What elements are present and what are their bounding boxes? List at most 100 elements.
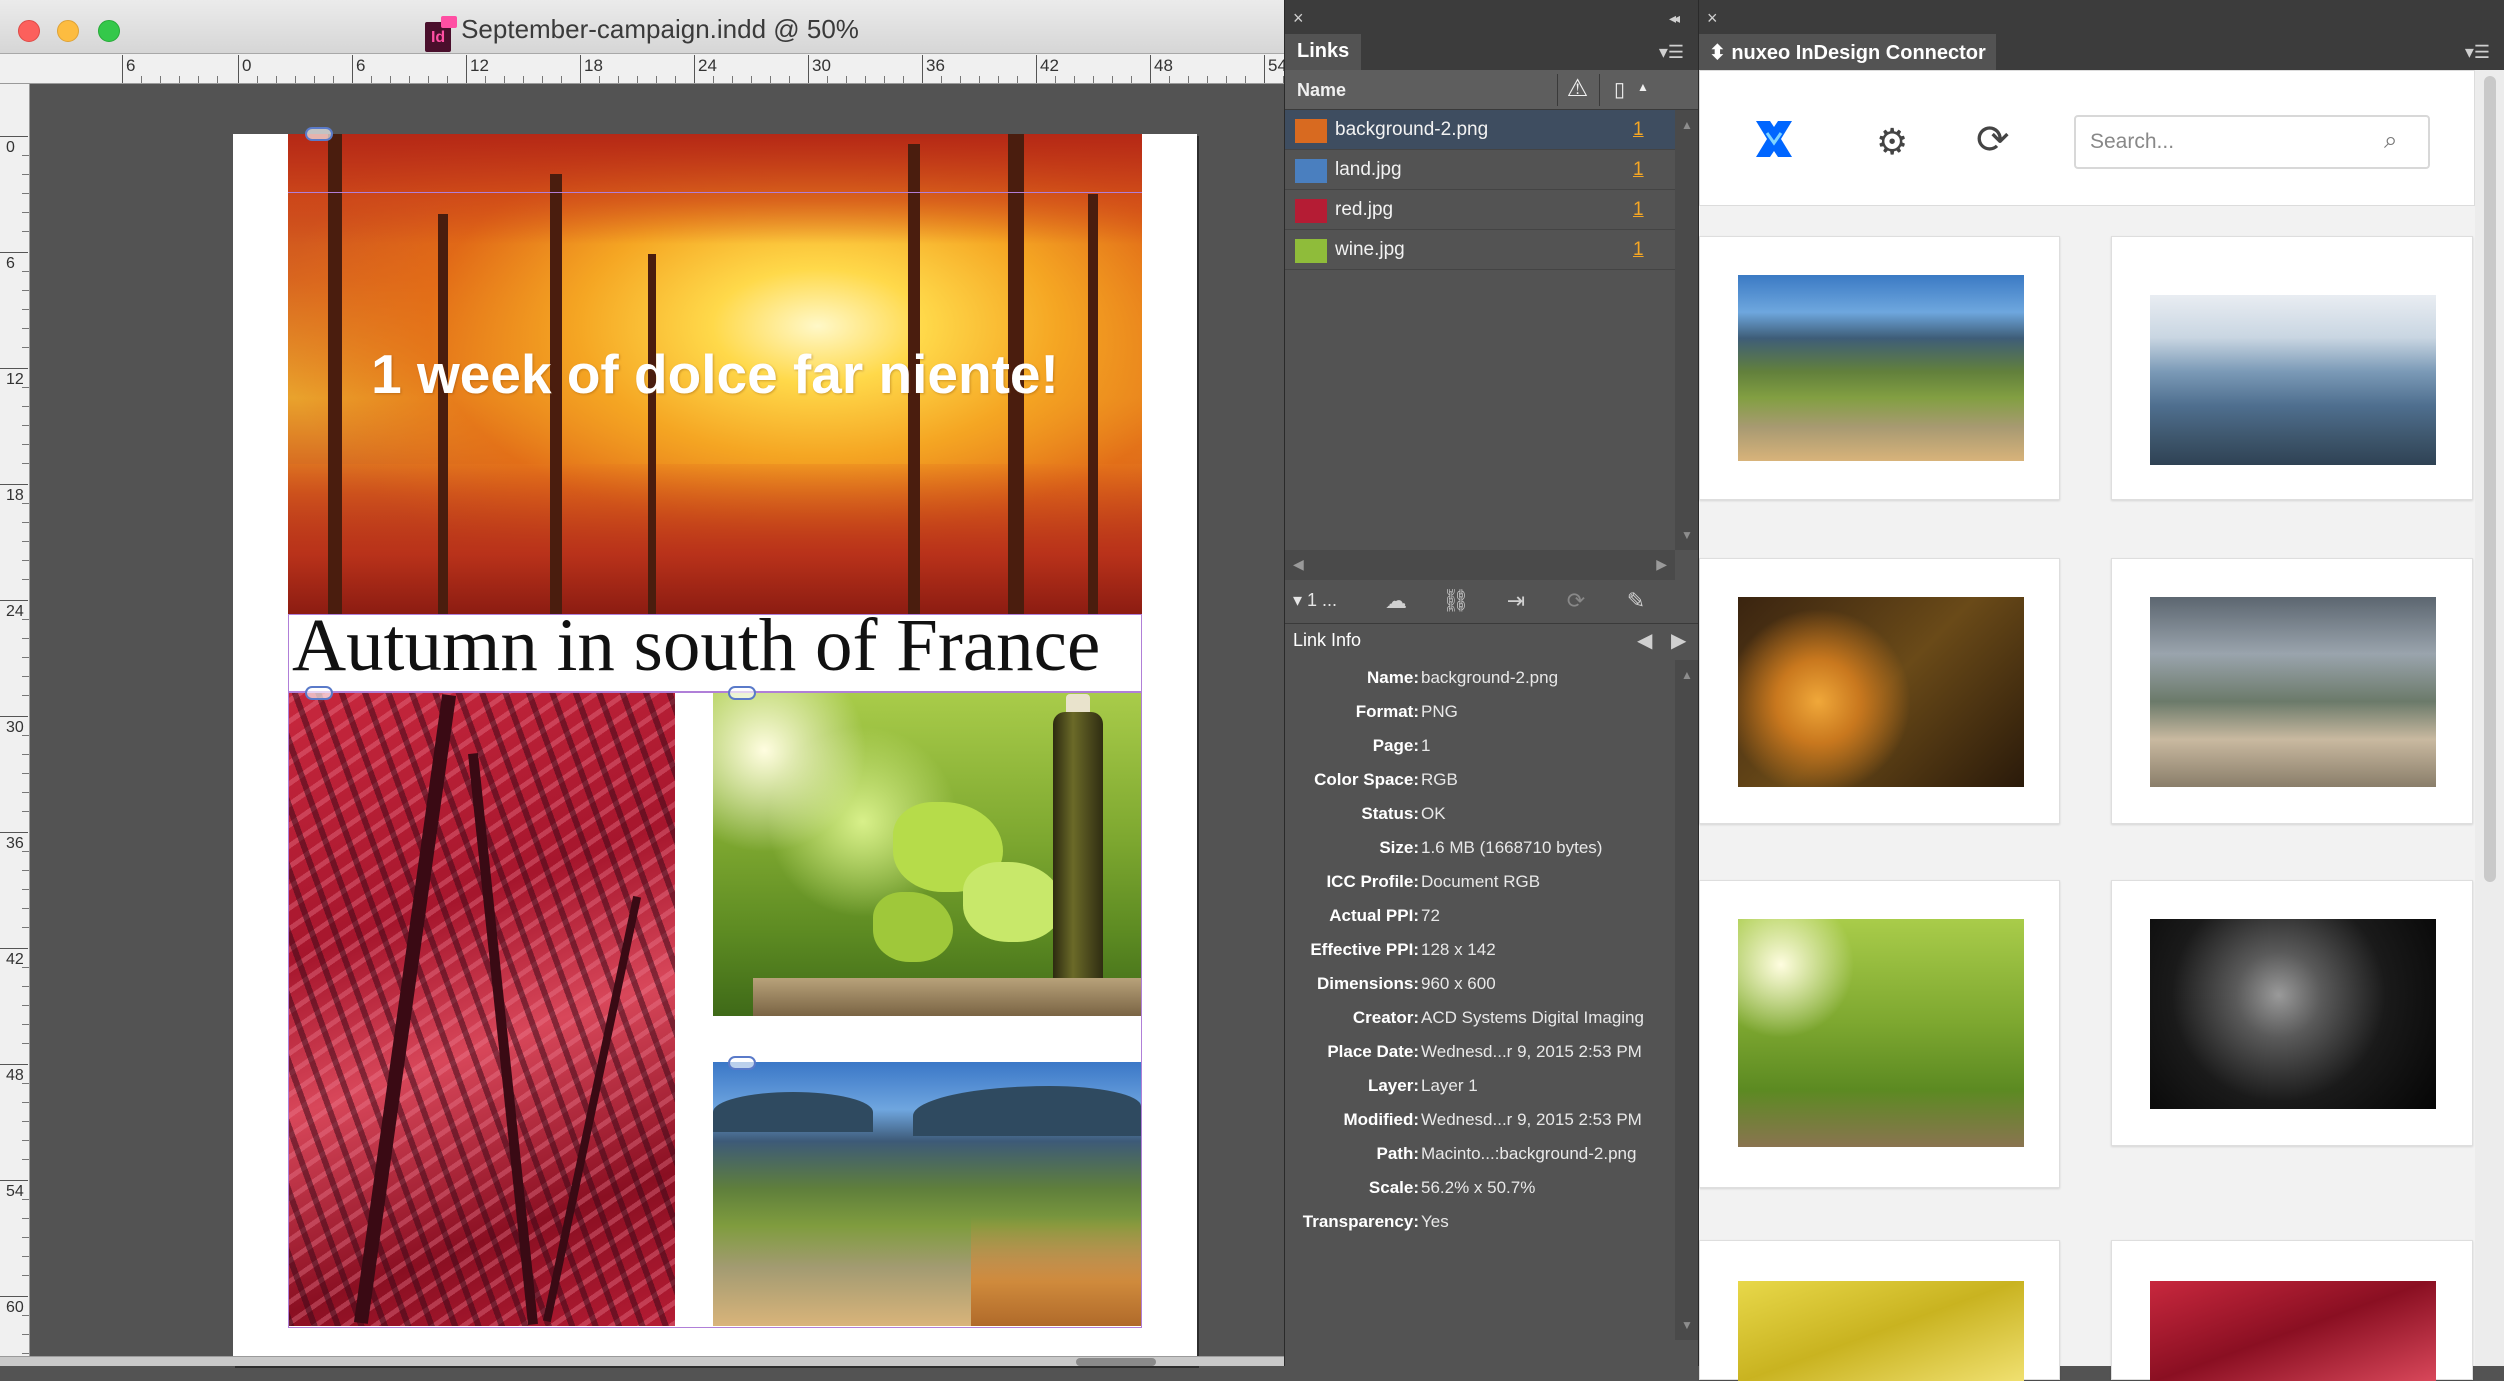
link-page-number[interactable]: 1: [1633, 199, 1644, 221]
ruler-minor-tick: [160, 76, 161, 83]
tab-nuxeo-connector[interactable]: ⬍ nuxeo InDesign Connector: [1699, 34, 1996, 70]
ruler-minor-tick: [1112, 76, 1113, 83]
ruler-minor-tick: [732, 76, 733, 83]
link-info-scrollbar[interactable]: ▲ ▼: [1675, 660, 1699, 1340]
link-info-key: Place Date:: [1327, 1042, 1419, 1061]
asset-thumbnail: [1738, 1281, 2024, 1381]
ruler-minor-tick: [656, 76, 657, 83]
ruler-minor-tick: [637, 76, 638, 83]
link-info-key: Creator:: [1352, 1008, 1419, 1027]
mountain-landscape-image[interactable]: [713, 1062, 1141, 1326]
link-row[interactable]: wine.jpg 1: [1285, 230, 1675, 270]
scroll-up-icon[interactable]: ▲: [1681, 118, 1693, 132]
ruler-minor-tick: [22, 503, 29, 504]
asset-card-mountain-valley[interactable]: [1699, 236, 2060, 500]
link-info-row: Page: 1: [1285, 736, 1675, 770]
asset-card-cloudy-terrace[interactable]: [2111, 558, 2473, 824]
asset-card-wine-bottle[interactable]: [1699, 880, 2060, 1188]
ruler-major-tick: [0, 948, 28, 949]
ruler-label: 6: [6, 255, 15, 272]
red-tree-image[interactable]: [288, 692, 675, 1326]
ruler-minor-tick: [295, 76, 296, 83]
page-column-icon[interactable]: ▯: [1599, 74, 1639, 106]
ruler-major-tick: [1036, 55, 1037, 83]
close-panel-icon[interactable]: ×: [1707, 8, 1718, 29]
horizontal-scrollbar-thumb[interactable]: [1076, 1358, 1156, 1366]
sort-ascending-icon[interactable]: ▲: [1637, 80, 1649, 94]
selection-count[interactable]: ▾ 1 ...: [1293, 590, 1337, 611]
scroll-left-icon[interactable]: ◀: [1293, 556, 1304, 573]
panel-menu-icon[interactable]: ▾☰: [1659, 42, 1684, 63]
link-row[interactable]: background-2.png 1: [1285, 110, 1675, 150]
link-info-row: Transparency: Yes: [1285, 1212, 1675, 1246]
scroll-down-icon[interactable]: ▼: [1681, 528, 1693, 542]
hero-headline-text[interactable]: 1 week of dolce far niente!: [288, 342, 1142, 406]
scrollbar-thumb[interactable]: [2484, 76, 2496, 882]
panel-menu-icon[interactable]: ▾☰: [2465, 42, 2490, 63]
go-to-link-icon[interactable]: ⇥: [1501, 588, 1531, 616]
link-badge-icon[interactable]: [305, 686, 333, 700]
link-row[interactable]: land.jpg 1: [1285, 150, 1675, 190]
next-link-icon[interactable]: ▶: [1671, 628, 1686, 653]
ruler-minor-tick: [22, 1199, 29, 1200]
search-input[interactable]: [2074, 115, 2430, 169]
settings-gear-icon[interactable]: ⚙: [1876, 121, 1908, 163]
link-page-number[interactable]: 1: [1633, 239, 1644, 261]
vertical-ruler[interactable]: 0 6 12 18 24 30 36 42 48 54 60: [0, 84, 30, 1366]
scroll-down-icon[interactable]: ▼: [1681, 1318, 1693, 1332]
link-info-key: Actual PPI:: [1329, 906, 1419, 925]
asset-card-misty-mountains[interactable]: [2111, 236, 2473, 500]
ruler-label: 24: [6, 603, 24, 620]
link-page-number[interactable]: 1: [1633, 159, 1644, 181]
ruler-major-tick: [0, 716, 28, 717]
ruler-minor-tick: [22, 927, 29, 928]
scroll-right-icon[interactable]: ▶: [1656, 556, 1667, 573]
close-panel-icon[interactable]: ×: [1293, 8, 1304, 29]
wine-bottle-image[interactable]: [713, 692, 1141, 1016]
update-link-icon[interactable]: ⟳: [1561, 588, 1591, 616]
link-badge-icon[interactable]: [728, 686, 756, 700]
warning-column-icon[interactable]: ⚠: [1557, 74, 1597, 106]
asset-card-yellow-leaves[interactable]: [1699, 1240, 2060, 1381]
ruler-label: 30: [6, 719, 24, 736]
horizontal-ruler[interactable]: 6 0 6 12 18 24 30 36 42 48 54: [0, 54, 1284, 84]
asset-card-black-white-portrait[interactable]: [2111, 880, 2473, 1146]
tab-links[interactable]: Links: [1285, 34, 1362, 70]
column-name-header[interactable]: Name: [1297, 80, 1346, 101]
ruler-minor-tick: [22, 290, 29, 291]
relink-icon[interactable]: ⛓: [1441, 588, 1471, 616]
scroll-up-icon[interactable]: ▲: [1681, 668, 1693, 682]
link-info-value: Layer 1: [1421, 1076, 1478, 1095]
ruler-major-tick: [0, 136, 28, 137]
ruler-minor-tick: [22, 619, 29, 620]
ruler-minor-tick: [884, 76, 885, 83]
cloud-link-icon[interactable]: ☁: [1381, 588, 1411, 616]
link-badge-icon[interactable]: [728, 1056, 756, 1070]
page-heading[interactable]: Autumn in south of France: [292, 603, 1100, 689]
links-panel-topbar: × ◂◂: [1285, 0, 1698, 34]
ruler-minor-tick: [827, 76, 828, 83]
ruler-minor-tick: [504, 76, 505, 83]
previous-link-icon[interactable]: ◀: [1637, 628, 1652, 653]
ruler-major-tick: [922, 55, 923, 83]
edit-original-icon[interactable]: ✎: [1621, 588, 1651, 616]
ruler-label: 6: [126, 56, 136, 75]
collapse-panel-icon[interactable]: ◂◂: [1669, 10, 1680, 27]
link-row[interactable]: red.jpg 1: [1285, 190, 1675, 230]
ruler-minor-tick: [22, 889, 29, 890]
ruler-minor-tick: [1207, 76, 1208, 83]
selection-count-text: 1 ...: [1307, 590, 1338, 610]
link-info-key: Layer:: [1367, 1076, 1419, 1095]
link-info-row: Place Date: Wednesd...r 9, 2015 2:53 PM: [1285, 1042, 1675, 1076]
nuxeo-logo-icon[interactable]: [1752, 117, 1796, 161]
ruler-minor-tick: [979, 76, 980, 83]
nuxeo-vertical-scrollbar[interactable]: [2475, 70, 2504, 1366]
links-vertical-scrollbar[interactable]: ▲ ▼: [1675, 110, 1699, 550]
link-page-number[interactable]: 1: [1633, 119, 1644, 141]
links-horizontal-scrollbar[interactable]: ◀ ▶: [1285, 550, 1675, 580]
ruler-minor-tick: [390, 76, 391, 83]
asset-card-autumn-leaves[interactable]: [1699, 558, 2060, 824]
link-badge-icon[interactable]: [305, 127, 333, 141]
refresh-icon[interactable]: ⟳: [1976, 117, 2010, 163]
asset-card-red-foliage[interactable]: [2111, 1240, 2473, 1381]
